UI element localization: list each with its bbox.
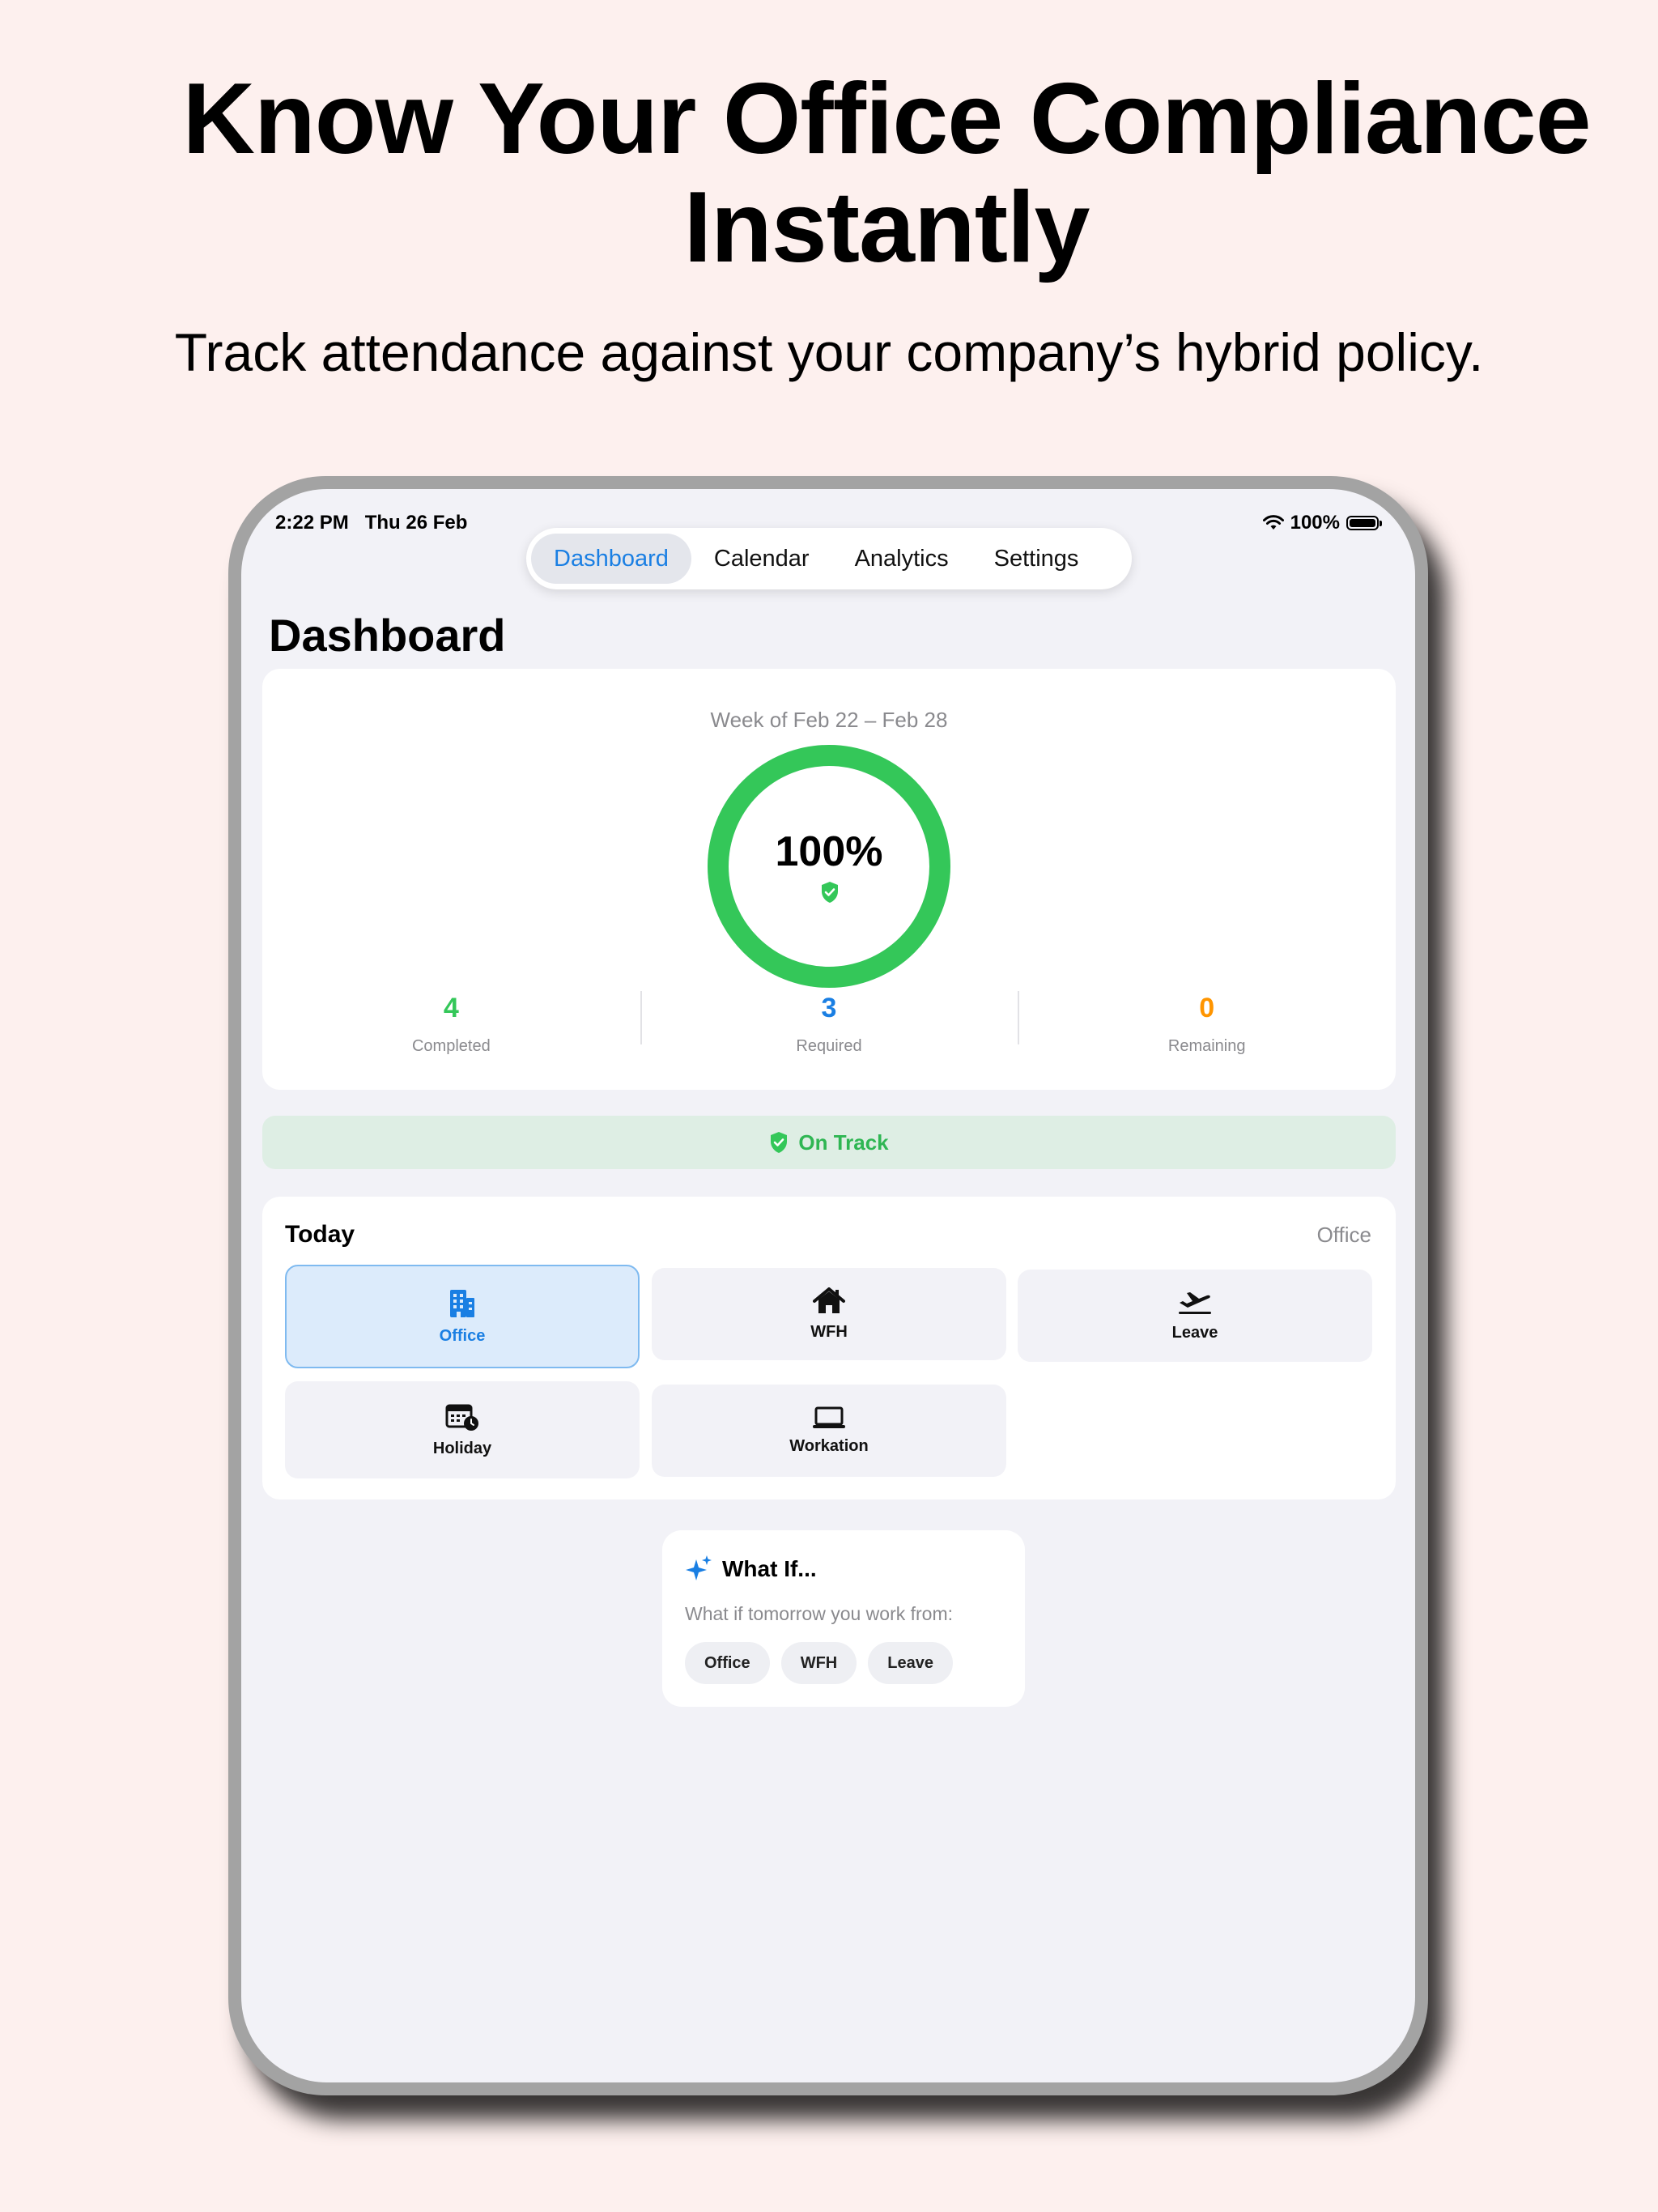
option-leave[interactable]: Leave <box>1018 1270 1372 1362</box>
sparkles-icon <box>686 1555 712 1580</box>
stats-row: 4 Completed 3 Required 0 Remaining <box>262 991 1396 1056</box>
what-if-title: What If... <box>722 1556 817 1581</box>
stat-completed-label: Completed <box>411 1037 491 1055</box>
what-if-leave-button[interactable]: Leave <box>868 1642 953 1684</box>
option-holiday[interactable]: Holiday <box>285 1381 640 1478</box>
house-icon <box>813 1287 845 1313</box>
week-range: Week of Feb 22 – Feb 28 <box>710 708 948 732</box>
app-screen: 2:22 PM Thu 26 Feb 100% Dashboard Calend… <box>241 489 1415 2082</box>
hero-title: Know Your Office Compliance Instantly <box>0 65 1658 282</box>
stat-remaining-label: Remaining <box>1167 1037 1246 1055</box>
option-workation[interactable]: Workation <box>652 1385 1006 1477</box>
hero-subtitle: Track attendance against your company’s … <box>174 322 1484 382</box>
compliance-percent: 100% <box>775 828 883 875</box>
what-if-card: What If... What if tomorrow you work fro… <box>662 1530 1025 1707</box>
tab-calendar[interactable]: Calendar <box>691 534 832 584</box>
status-date: Thu 26 Feb <box>364 512 468 534</box>
what-if-question: What if tomorrow you work from: <box>685 1603 954 1624</box>
what-if-office-button[interactable]: Office <box>685 1642 770 1684</box>
stat-required: 3 Required <box>640 991 1018 1056</box>
calendar-clock-icon <box>445 1404 478 1431</box>
what-if-options: Office WFH Leave <box>685 1642 953 1684</box>
today-current-value: Office <box>1316 1223 1371 1247</box>
wifi-icon <box>1262 515 1284 530</box>
stat-completed: 4 Completed <box>262 991 640 1056</box>
laptop-icon <box>813 1406 845 1428</box>
tab-bar: Dashboard Calendar Analytics Settings <box>526 528 1132 589</box>
status-banner-label: On Track <box>798 1129 889 1155</box>
option-workation-label: Workation <box>789 1436 869 1455</box>
option-leave-label: Leave <box>1171 1323 1218 1342</box>
option-office[interactable]: Office <box>285 1265 640 1368</box>
stat-required-label: Required <box>796 1037 862 1055</box>
page-title: Dashboard <box>269 610 506 661</box>
option-holiday-label: Holiday <box>432 1439 492 1457</box>
status-time: 2:22 PM <box>275 512 349 534</box>
stat-remaining-value: 0 <box>1199 993 1215 1023</box>
tab-dashboard[interactable]: Dashboard <box>531 534 691 584</box>
building-icon <box>450 1289 474 1317</box>
shield-check-icon <box>822 882 838 903</box>
shield-check-icon <box>771 1132 788 1153</box>
stat-completed-value: 4 <box>443 993 459 1023</box>
option-wfh[interactable]: WFH <box>652 1268 1006 1360</box>
what-if-wfh-button[interactable]: WFH <box>780 1642 857 1684</box>
option-wfh-label: WFH <box>810 1322 848 1341</box>
battery-icon <box>1346 516 1382 530</box>
today-title: Today <box>285 1221 355 1248</box>
stat-required-value: 3 <box>821 993 837 1023</box>
tablet-frame: 2:22 PM Thu 26 Feb 100% Dashboard Calend… <box>228 476 1428 2095</box>
stat-remaining: 0 Remaining <box>1018 991 1396 1056</box>
option-office-label: Office <box>439 1326 486 1345</box>
hero-title-line2: Instantly <box>683 172 1090 283</box>
status-banner: On Track <box>262 1116 1396 1169</box>
tab-settings[interactable]: Settings <box>971 534 1102 584</box>
today-card: Today Office Office WFH Leave Holiday Wo… <box>262 1197 1396 1499</box>
airplane-departure-icon <box>1179 1291 1211 1314</box>
tab-analytics[interactable]: Analytics <box>832 534 971 584</box>
hero-title-line1: Know Your Office Compliance <box>182 63 1591 175</box>
compliance-summary-card: Week of Feb 22 – Feb 28 100% 4 Completed… <box>262 669 1396 1090</box>
battery-percent: 100% <box>1290 512 1340 534</box>
